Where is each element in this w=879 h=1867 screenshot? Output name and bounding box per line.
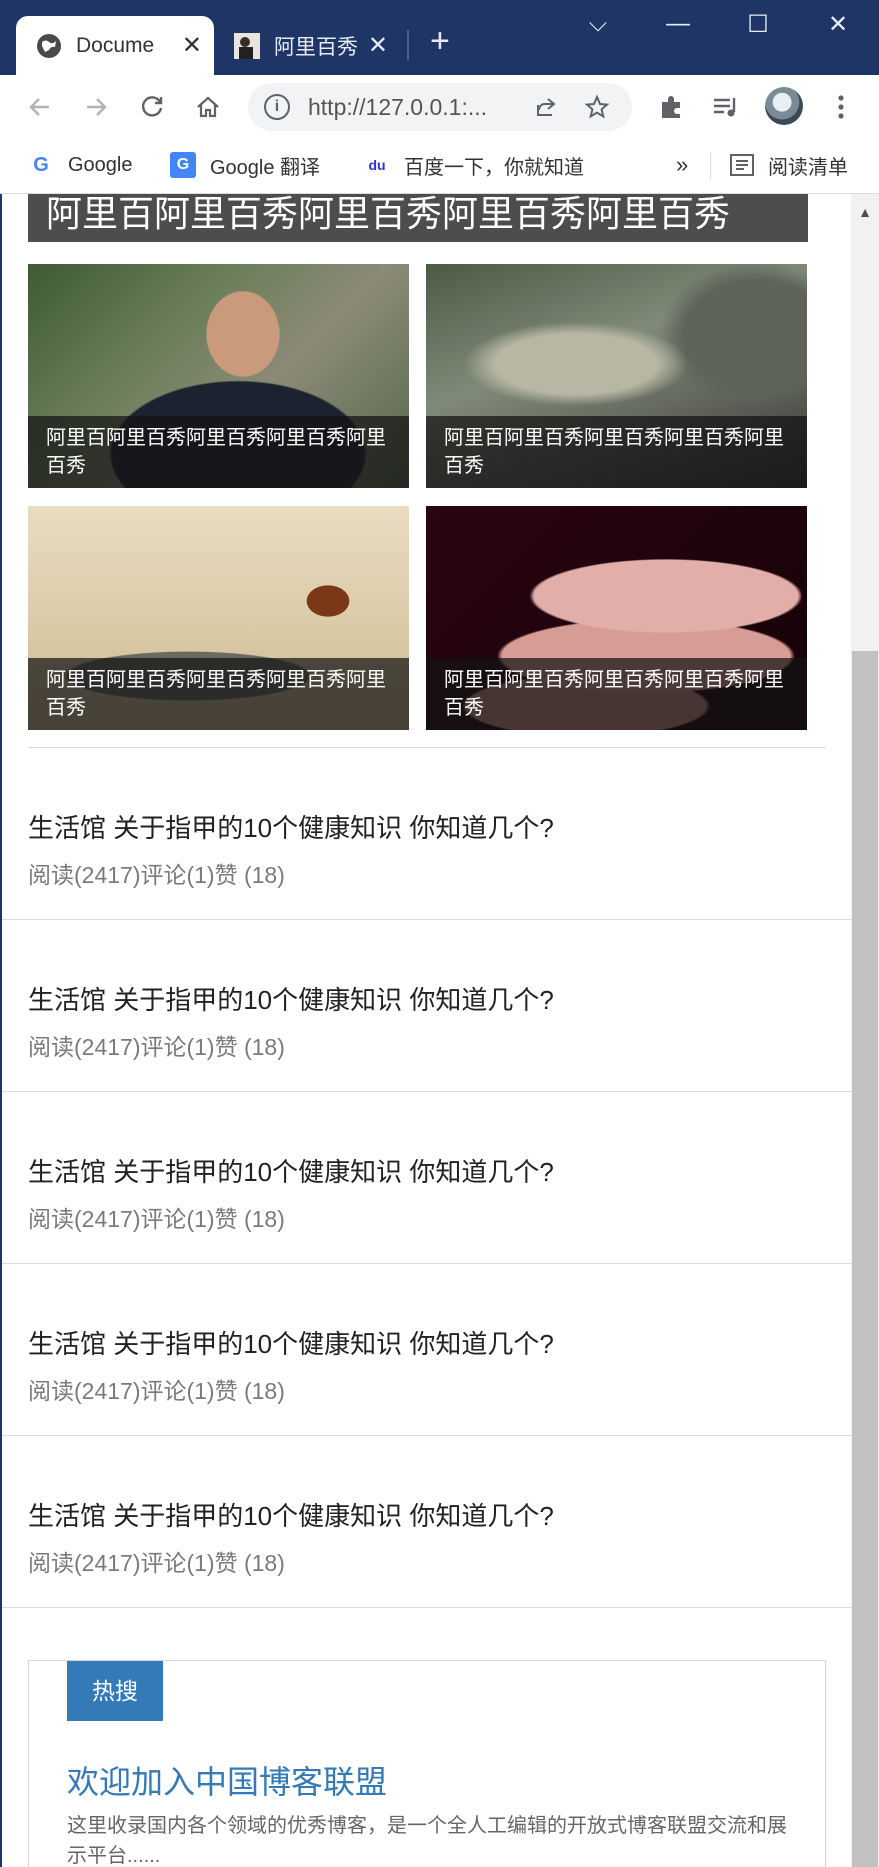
reading-list-button[interactable]: 阅读清单 [730, 148, 848, 182]
tab-search-chevron-icon[interactable]: ⌵ [583, 10, 613, 38]
card-caption: 阿里百阿里百秀阿里百秀阿里百秀阿里百秀 [28, 416, 409, 488]
window-close-button[interactable]: ✕ [823, 10, 853, 39]
google-translate-icon: G [170, 152, 196, 178]
vertical-scrollbar[interactable]: ▲ [851, 194, 879, 1867]
image-card[interactable]: 阿里百阿里百秀阿里百秀阿里百秀阿里百秀 [426, 264, 807, 488]
hot-search-panel: 热搜 欢迎加入中国博客联盟 这里收录国内各个领域的优秀博客，是一个全人工编辑的开… [28, 1660, 826, 1867]
bookmarks-separator [710, 152, 711, 180]
bookmarks-overflow-button[interactable]: » [676, 148, 688, 182]
address-bar[interactable]: i http://127.0.0.1:... [248, 83, 632, 131]
bookmark-label: Google [68, 153, 133, 176]
tab-document[interactable]: Docume ✕ [16, 16, 214, 75]
article-meta: 阅读(2417)评论(1)赞 (18) [28, 862, 285, 888]
list-item[interactable]: 生活馆 关于指甲的10个健康知识 你知道几个? 阅读(2417)评论(1)赞 (… [2, 920, 851, 1092]
new-tab-button[interactable]: + [430, 22, 450, 61]
bookmark-baidu[interactable]: du 百度一下，你就知道 [364, 148, 584, 182]
scrollbar-thumb[interactable] [852, 651, 878, 1867]
profile-avatar[interactable] [765, 87, 803, 125]
globe-icon [37, 33, 61, 58]
media-icon[interactable] [710, 91, 742, 123]
forward-arrow-icon[interactable] [80, 91, 112, 123]
site-favicon-icon [234, 32, 260, 59]
scroll-up-arrow-icon[interactable]: ▲ [851, 204, 879, 220]
bookmark-label: 百度一下，你就知道 [404, 156, 584, 179]
reload-icon[interactable] [136, 91, 168, 123]
site-info-icon[interactable]: i [264, 94, 290, 120]
article-title[interactable]: 生活馆 关于指甲的10个健康知识 你知道几个? [28, 1324, 554, 1361]
article-meta: 阅读(2417)评论(1)赞 (18) [28, 1206, 285, 1232]
banner-title: 阿里百阿里百秀阿里百秀阿里百秀阿里百秀 [28, 194, 808, 242]
bookmark-google[interactable]: G Google [28, 148, 133, 182]
hot-search-tab[interactable]: 热搜 [67, 1661, 163, 1721]
article-meta: 阅读(2417)评论(1)赞 (18) [28, 1550, 285, 1576]
tab-title: Docume [76, 33, 155, 57]
google-icon: G [33, 153, 49, 176]
list-item[interactable]: 生活馆 关于指甲的10个健康知识 你知道几个? 阅读(2417)评论(1)赞 (… [2, 1092, 851, 1264]
tab-title: 阿里百秀 [274, 35, 358, 59]
minimize-button[interactable]: — [663, 10, 693, 38]
extensions-icon[interactable] [655, 91, 687, 123]
reading-list-label: 阅读清单 [768, 156, 848, 179]
back-arrow-icon[interactable] [24, 91, 56, 123]
article-title[interactable]: 生活馆 关于指甲的10个健康知识 你知道几个? [28, 1152, 554, 1189]
list-item[interactable]: 生活馆 关于指甲的10个健康知识 你知道几个? 阅读(2417)评论(1)赞 (… [2, 1264, 851, 1436]
article-title[interactable]: 生活馆 关于指甲的10个健康知识 你知道几个? [28, 1496, 554, 1533]
star-icon[interactable] [584, 94, 610, 120]
tab-separator [407, 30, 409, 60]
article-title[interactable]: 生活馆 关于指甲的10个健康知识 你知道几个? [28, 808, 554, 845]
image-card[interactable]: 阿里百阿里百秀阿里百秀阿里百秀阿里百秀 [28, 506, 409, 730]
share-icon[interactable] [534, 95, 558, 119]
page-viewport: 阿里百阿里百秀阿里百秀阿里百秀阿里百秀 阿里百阿里百秀阿里百秀阿里百秀阿里百秀 … [0, 194, 851, 1867]
image-card[interactable]: 阿里百阿里百秀阿里百秀阿里百秀阿里百秀 [28, 264, 409, 488]
hot-search-description: 这里收录国内各个领域的优秀博客，是一个全人工编辑的开放式博客联盟交流和展示平台.… [67, 1815, 787, 1867]
hot-search-link[interactable]: 欢迎加入中国博客联盟 [67, 1757, 387, 1803]
menu-icon[interactable] [825, 91, 857, 123]
baidu-paw-icon: du [368, 157, 386, 173]
close-icon[interactable]: ✕ [368, 31, 388, 60]
bookmark-google-translate[interactable]: G Google 翻译 [170, 148, 320, 182]
maximize-button[interactable]: ☐ [743, 10, 773, 39]
bookmark-label: Google 翻译 [210, 156, 321, 179]
list-item[interactable]: 生活馆 关于指甲的10个健康知识 你知道几个? 阅读(2417)评论(1)赞 (… [2, 748, 851, 920]
article-title[interactable]: 生活馆 关于指甲的10个健康知识 你知道几个? [28, 980, 554, 1017]
url-text: http://127.0.0.1:... [308, 93, 488, 120]
home-icon[interactable] [192, 91, 224, 123]
bookmarks-bar: G Google G Google 翻译 du 百度一下，你就知道 » 阅读清单 [0, 138, 879, 194]
image-card[interactable]: 阿里百阿里百秀阿里百秀阿里百秀阿里百秀 [426, 506, 807, 730]
close-icon[interactable]: ✕ [182, 31, 202, 60]
list-item[interactable]: 生活馆 关于指甲的10个健康知识 你知道几个? 阅读(2417)评论(1)赞 (… [2, 1436, 851, 1608]
article-meta: 阅读(2417)评论(1)赞 (18) [28, 1034, 285, 1060]
browser-titlebar: Docume ✕ 阿里百秀 ✕ + ⌵ — ☐ ✕ [0, 0, 879, 75]
tab-alibaixiu[interactable]: 阿里百秀 ✕ [230, 16, 400, 75]
card-caption: 阿里百阿里百秀阿里百秀阿里百秀阿里百秀 [426, 416, 807, 488]
card-caption: 阿里百阿里百秀阿里百秀阿里百秀阿里百秀 [28, 658, 409, 730]
article-meta: 阅读(2417)评论(1)赞 (18) [28, 1378, 285, 1404]
browser-toolbar: i http://127.0.0.1:... [0, 75, 879, 138]
reading-list-icon [730, 154, 754, 176]
card-caption: 阿里百阿里百秀阿里百秀阿里百秀阿里百秀 [426, 658, 807, 730]
